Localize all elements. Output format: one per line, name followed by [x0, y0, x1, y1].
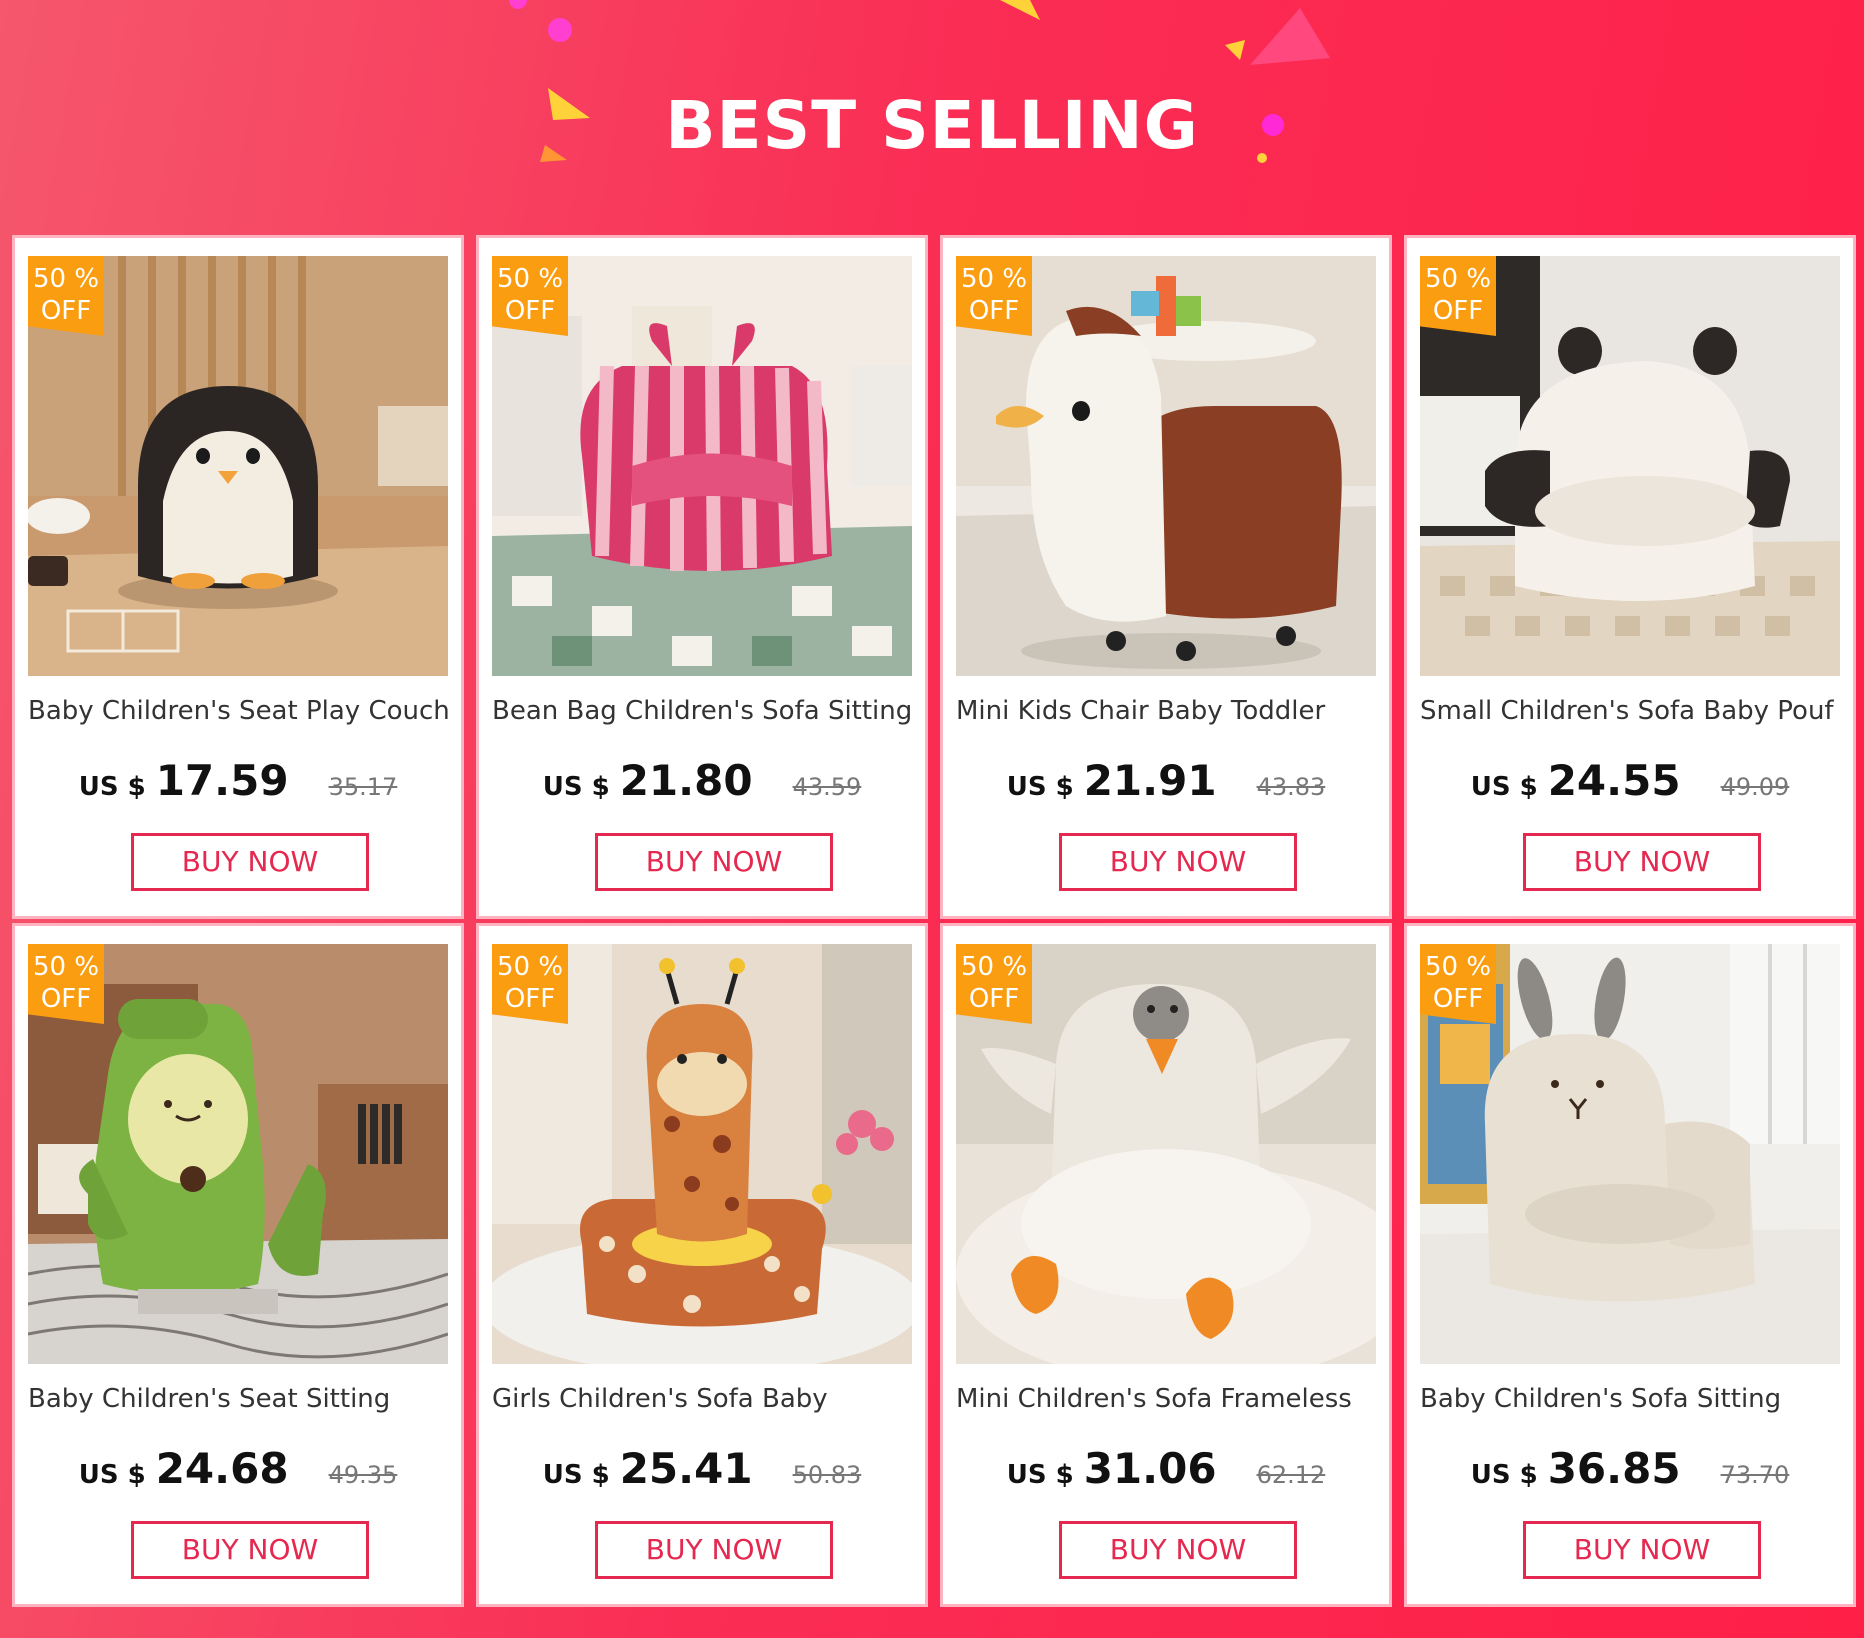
currency-label: US $: [542, 1460, 610, 1490]
currency-label: US $: [78, 1460, 146, 1490]
buy-now-button[interactable]: BUY NOW: [1059, 1521, 1297, 1579]
product-card[interactable]: 50 % OFF Baby Children's Seat Play Couch …: [12, 235, 464, 919]
page-title: BEST SELLING: [665, 87, 1199, 164]
sale-price: 24.68: [155, 1444, 289, 1493]
product-card[interactable]: 50 % OFF Small Children's Sofa Baby Pouf …: [1404, 235, 1856, 919]
product-card[interactable]: 50 % OFF Mini Children's Sofa Frameless U…: [940, 923, 1392, 1607]
buy-now-button[interactable]: BUY NOW: [131, 833, 369, 891]
original-price: 73.70: [1720, 1461, 1790, 1489]
sale-price: 24.55: [1547, 756, 1681, 805]
product-name[interactable]: Small Children's Sofa Baby Pouf: [1420, 696, 1840, 726]
product-card[interactable]: 50 % OFF Baby Children's Seat Sitting US …: [12, 923, 464, 1607]
product-name[interactable]: Baby Children's Sofa Sitting: [1420, 1384, 1840, 1414]
sale-price: 36.85: [1547, 1444, 1681, 1493]
duck-stool-image[interactable]: 50 % OFF: [956, 256, 1376, 676]
sale-price: 25.41: [619, 1444, 753, 1493]
sale-price: 21.80: [619, 756, 753, 805]
buy-now-button[interactable]: BUY NOW: [1523, 833, 1761, 891]
original-price: 49.09: [1720, 773, 1790, 801]
original-price: 43.59: [792, 773, 862, 801]
buy-now-button[interactable]: BUY NOW: [1059, 833, 1297, 891]
goose-floor-seat-image[interactable]: 50 % OFF: [956, 944, 1376, 1364]
product-grid: 50 % OFF Baby Children's Seat Play Couch …: [12, 235, 1857, 1607]
product-name[interactable]: Girls Children's Sofa Baby: [492, 1384, 912, 1414]
discount-badge: 50 % OFF: [1420, 944, 1496, 1024]
penguin-chair-image[interactable]: 50 % OFF: [28, 256, 448, 676]
price-row: US $ 21.80 43.59: [492, 756, 912, 816]
sale-price: 21.91: [1083, 756, 1217, 805]
sale-price: 31.06: [1083, 1444, 1217, 1493]
product-card[interactable]: 50 % OFF Baby Children's Sofa Sitting US …: [1404, 923, 1856, 1607]
currency-label: US $: [78, 772, 146, 802]
avocado-sofa-image[interactable]: 50 % OFF: [28, 944, 448, 1364]
buy-now-button[interactable]: BUY NOW: [595, 1521, 833, 1579]
discount-badge: 50 % OFF: [28, 256, 104, 336]
giraffe-seat-image[interactable]: 50 % OFF: [492, 944, 912, 1364]
header-banner: BEST SELLING: [0, 0, 1864, 235]
original-price: 43.83: [1256, 773, 1326, 801]
bunny-sofa-image[interactable]: 50 % OFF: [1420, 944, 1840, 1364]
product-name[interactable]: Baby Children's Seat Play Couch: [28, 696, 448, 726]
discount-badge: 50 % OFF: [1420, 256, 1496, 336]
product-card[interactable]: 50 % OFF Mini Kids Chair Baby Toddler US …: [940, 235, 1392, 919]
sale-price: 17.59: [155, 756, 289, 805]
price-row: US $ 25.41 50.83: [492, 1444, 912, 1504]
original-price: 49.35: [328, 1461, 398, 1489]
product-name[interactable]: Baby Children's Seat Sitting: [28, 1384, 448, 1414]
price-row: US $ 24.68 49.35: [28, 1444, 448, 1504]
discount-badge: 50 % OFF: [28, 944, 104, 1024]
panda-sofa-image[interactable]: 50 % OFF: [1420, 256, 1840, 676]
currency-label: US $: [1470, 772, 1538, 802]
price-row: US $ 17.59 35.17: [28, 756, 448, 816]
price-row: US $ 36.85 73.70: [1420, 1444, 1840, 1504]
buy-now-button[interactable]: BUY NOW: [1523, 1521, 1761, 1579]
price-row: US $ 21.91 43.83: [956, 756, 1376, 816]
striped-bean-bag-image[interactable]: 50 % OFF: [492, 256, 912, 676]
currency-label: US $: [1006, 772, 1074, 802]
price-row: US $ 24.55 49.09: [1420, 756, 1840, 816]
product-name[interactable]: Mini Kids Chair Baby Toddler: [956, 696, 1376, 726]
original-price: 35.17: [328, 773, 398, 801]
discount-badge: 50 % OFF: [492, 256, 568, 336]
product-name[interactable]: Mini Children's Sofa Frameless: [956, 1384, 1376, 1414]
discount-badge: 50 % OFF: [956, 944, 1032, 1024]
original-price: 50.83: [792, 1461, 862, 1489]
price-row: US $ 31.06 62.12: [956, 1444, 1376, 1504]
discount-badge: 50 % OFF: [956, 256, 1032, 336]
product-name[interactable]: Bean Bag Children's Sofa Sitting: [492, 696, 912, 726]
buy-now-button[interactable]: BUY NOW: [131, 1521, 369, 1579]
currency-label: US $: [1006, 1460, 1074, 1490]
discount-badge: 50 % OFF: [492, 944, 568, 1024]
buy-now-button[interactable]: BUY NOW: [595, 833, 833, 891]
product-card[interactable]: 50 % OFF Girls Children's Sofa Baby US $ 2…: [476, 923, 928, 1607]
product-card[interactable]: 50 % OFF Bean Bag Children's Sofa Sitting…: [476, 235, 928, 919]
original-price: 62.12: [1256, 1461, 1326, 1489]
currency-label: US $: [542, 772, 610, 802]
currency-label: US $: [1470, 1460, 1538, 1490]
